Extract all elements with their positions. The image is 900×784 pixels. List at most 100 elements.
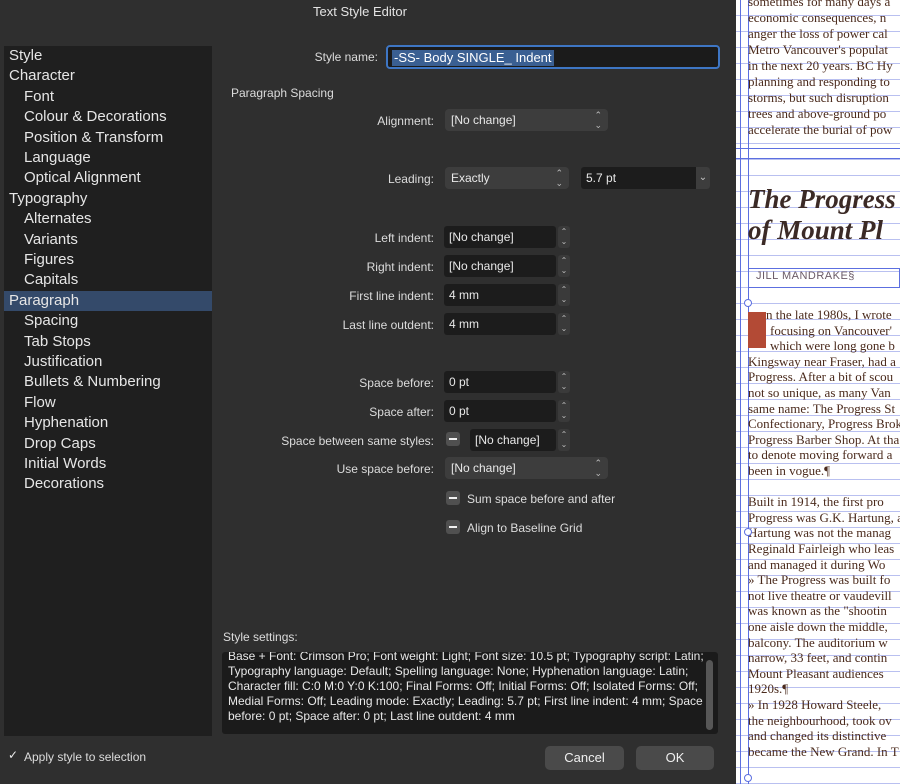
sidebar-item-font[interactable]: Font — [4, 87, 212, 107]
space-after-stepper-icon[interactable]: ⌃ ⌄ — [558, 400, 570, 422]
sidebar-item-bullets-numbering[interactable]: Bullets & Numbering — [4, 372, 212, 392]
apply-style-checkbox[interactable]: ✓ — [8, 749, 20, 761]
use-space-before-value: [No change] — [451, 461, 516, 475]
last-line-outdent-label: Last line outdent: — [342, 318, 434, 332]
sidebar-item-variants[interactable]: Variants — [4, 230, 212, 250]
alignment-select[interactable]: [No change] ⌃ ⌄ — [445, 109, 608, 131]
doc-line: Confectionary, Progress Broke — [748, 416, 900, 432]
align-baseline-checkbox[interactable] — [446, 520, 460, 534]
doc-line: Built in 1914, the first pro — [748, 494, 884, 510]
left-indent-stepper-icon[interactable]: ⌃ ⌄ — [558, 226, 570, 248]
sidebar-item-typography[interactable]: Typography — [4, 189, 212, 209]
cancel-button[interactable]: Cancel — [545, 746, 624, 770]
doc-line: Progress was G.K. Hartung, a — [748, 509, 900, 525]
doc-line: » In 1928 Howard Steele, — [748, 697, 882, 712]
leading-mode-value: Exactly — [451, 171, 490, 185]
doc-line: storms, but such disruption — [748, 90, 889, 105]
leading-mode-select[interactable]: Exactly ⌃ ⌄ — [445, 167, 569, 189]
last-line-outdent-value: 4 mm — [449, 317, 479, 331]
sidebar-item-initial-words[interactable]: Initial Words — [4, 454, 212, 474]
style-name-label: Style name: — [314, 50, 378, 64]
use-space-before-select[interactable]: [No change] ⌃ ⌄ — [445, 457, 608, 479]
document-page[interactable]: sometimes for many days a economic conseq… — [736, 0, 900, 784]
style-name-input[interactable]: -SS- Body SINGLE_ Indent — [386, 45, 720, 69]
mixed-state-icon — [449, 438, 457, 440]
doc-line: been in vogue.¶ — [748, 463, 831, 478]
doc-line: not live theatre or vaudevill — [748, 587, 892, 603]
doc-line: Mount Pleasant audiences — [748, 665, 884, 681]
sidebar-item-character[interactable]: Character — [4, 66, 212, 86]
doc-line: and managed it during Wo — [748, 556, 886, 572]
sum-space-checkbox[interactable] — [446, 491, 460, 505]
checkmark-icon: ✓ — [8, 748, 19, 762]
first-line-indent-label: First line indent: — [349, 289, 434, 303]
space-before-value: 0 pt — [449, 375, 470, 389]
section-title: Paragraph Spacing — [231, 86, 334, 100]
doc-line: Progress Barber Shop. At tha — [748, 431, 900, 447]
left-indent-field[interactable]: [No change] — [444, 226, 556, 248]
text-style-editor-dialog: Text Style Editor Style Character Font Colo… — [0, 0, 736, 784]
space-before-stepper-icon[interactable]: ⌃ ⌄ — [558, 371, 570, 393]
align-baseline-label: Align to Baseline Grid — [467, 521, 583, 535]
doc-line: economic consequences, n — [748, 10, 887, 25]
space-before-field[interactable]: 0 pt — [444, 371, 556, 393]
style-settings-label: Style settings: — [223, 630, 298, 644]
doc-line: 1920s.¶ — [748, 681, 789, 697]
space-between-checkbox[interactable] — [446, 432, 460, 446]
first-line-indent-stepper-icon[interactable]: ⌃ ⌄ — [558, 284, 570, 306]
sidebar-item-hyphenation[interactable]: Hyphenation — [4, 413, 212, 433]
sidebar-item-colour-decorations[interactable]: Colour & Decorations — [4, 107, 212, 127]
frame-edge — [736, 158, 900, 159]
byline: JILL MANDRAKE§ — [756, 270, 855, 282]
space-after-value: 0 pt — [449, 404, 470, 418]
sidebar-item-language[interactable]: Language — [4, 148, 212, 168]
margin-guide — [740, 0, 741, 784]
sidebar-item-position-transform[interactable]: Position & Transform — [4, 128, 212, 148]
last-line-outdent-stepper-icon[interactable]: ⌃ ⌄ — [558, 313, 570, 335]
space-after-field[interactable]: 0 pt — [444, 400, 556, 422]
updown-chevron-icon: ⌃ ⌄ — [594, 458, 602, 478]
style-settings-box[interactable]: Base + Font: Crimson Pro; Font weight: L… — [222, 652, 718, 734]
first-line-indent-field[interactable]: 4 mm — [444, 284, 556, 306]
chevron-down-icon[interactable]: ⌄ — [696, 167, 710, 189]
space-between-field[interactable]: [No change] — [470, 429, 556, 451]
use-space-before-label: Use space before: — [336, 462, 434, 476]
sidebar-item-drop-caps[interactable]: Drop Caps — [4, 434, 212, 454]
updown-chevron-icon: ⌃ ⌄ — [594, 110, 602, 130]
right-indent-field[interactable]: [No change] — [444, 255, 556, 277]
doc-line: » The Progress was built fo — [748, 572, 891, 588]
sidebar-item-tab-stops[interactable]: Tab Stops — [4, 332, 212, 352]
frame-handle[interactable] — [744, 528, 752, 536]
frame-handle[interactable] — [744, 774, 752, 782]
doc-heading-line: of Mount Pl — [748, 215, 884, 245]
style-settings-text: Base + Font: Crimson Pro; Font weight: L… — [228, 652, 704, 723]
ok-button[interactable]: OK — [636, 746, 714, 770]
doc-line: anger the loss of power cal — [748, 26, 888, 41]
right-indent-value: [No change] — [449, 259, 514, 273]
sidebar-item-paragraph[interactable]: Paragraph — [4, 290, 212, 311]
sidebar-item-style[interactable]: Style — [4, 46, 212, 66]
space-between-stepper-icon[interactable]: ⌃ ⌄ — [558, 429, 570, 451]
sidebar-item-figures[interactable]: Figures — [4, 250, 212, 270]
sidebar-item-justification[interactable]: Justification — [4, 352, 212, 372]
sidebar-item-capitals[interactable]: Capitals — [4, 270, 212, 290]
category-sidebar: Style Character Font Colour & Decorations Po… — [4, 46, 212, 736]
mixed-state-icon — [449, 497, 457, 499]
right-indent-stepper-icon[interactable]: ⌃ ⌄ — [558, 255, 570, 277]
leading-value-field[interactable]: 5.7 pt ⌄ — [581, 167, 710, 189]
sidebar-item-flow[interactable]: Flow — [4, 393, 212, 413]
doc-line: was known as the "shootin — [748, 603, 887, 619]
space-after-label: Space after: — [369, 405, 434, 419]
last-line-outdent-field[interactable]: 4 mm — [444, 313, 556, 335]
doc-line: in the next 20 years. BC Hy — [748, 58, 893, 73]
sidebar-item-alternates[interactable]: Alternates — [4, 209, 212, 229]
doc-line: Hartung was not the manag — [748, 525, 891, 541]
sidebar-item-spacing[interactable]: Spacing — [4, 311, 212, 331]
right-indent-label: Right indent: — [366, 260, 434, 274]
sidebar-item-optical-alignment[interactable]: Optical Alignment — [4, 168, 212, 188]
sidebar-item-decorations[interactable]: Decorations — [4, 474, 212, 494]
scrollbar[interactable] — [706, 660, 713, 730]
alignment-label: Alignment: — [377, 114, 434, 128]
space-between-value: [No change] — [475, 433, 540, 447]
frame-handle[interactable] — [744, 299, 752, 307]
